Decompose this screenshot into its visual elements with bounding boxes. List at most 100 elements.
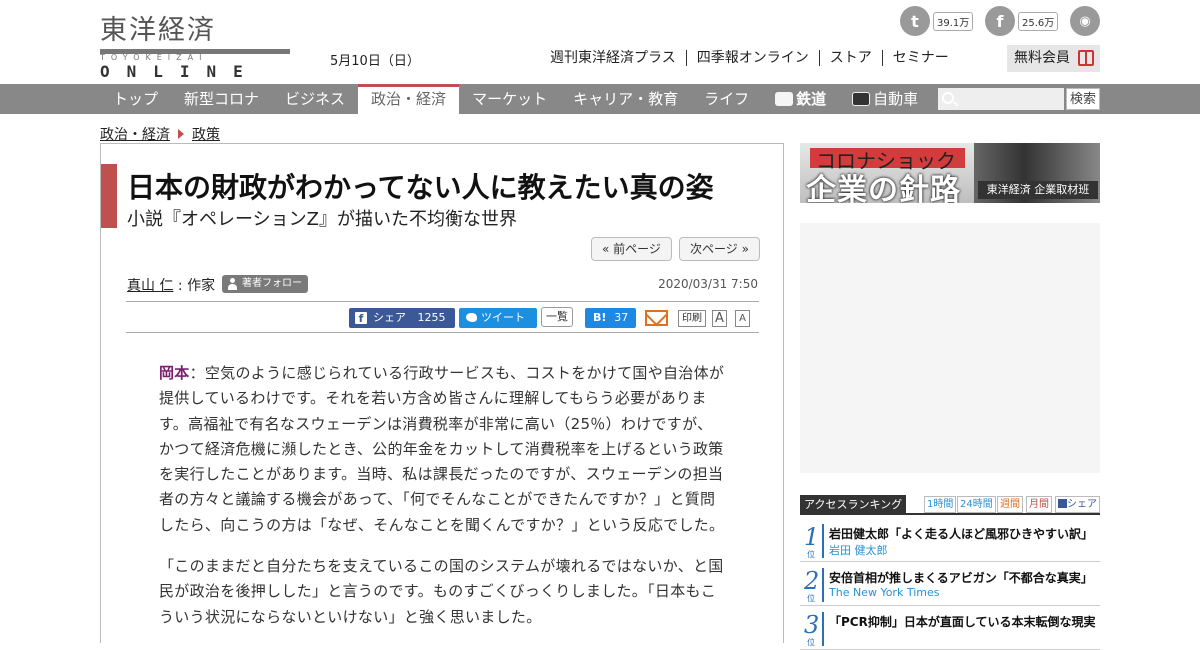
ranking-title: アクセスランキング bbox=[800, 495, 907, 515]
author-line: 真山 仁 : 作家 bbox=[127, 278, 216, 294]
share-label: シェア bbox=[373, 311, 406, 324]
ranking-tab-share[interactable]: シェア bbox=[1055, 496, 1100, 513]
mail-icon[interactable] bbox=[645, 310, 668, 326]
link-shikiho[interactable]: 四季報オンライン bbox=[685, 50, 819, 66]
share-count: 1255 bbox=[417, 311, 446, 324]
article-body: 岡本：空気のように感じられている行政サービスも、コストをかけて国や自治体が提供し… bbox=[159, 361, 725, 646]
site-header: 東洋経済 TOYOKEIZAI ONLINE 5月10日（日） 週刊東洋経済プラ… bbox=[0, 0, 1200, 84]
link-weekly-plus[interactable]: 週刊東洋経済プラス bbox=[550, 50, 686, 66]
current-date: 5月10日（日） bbox=[330, 54, 420, 69]
author-name[interactable]: 真山 仁 bbox=[127, 278, 173, 294]
font-large-button[interactable]: A bbox=[712, 310, 727, 327]
rank-number: 1 bbox=[804, 523, 820, 551]
publish-date: 2020/03/31 7:50 bbox=[658, 277, 758, 291]
ranking-tab-month[interactable]: 月間 bbox=[1026, 496, 1052, 513]
article-subtitle: 小説『オペレーションZ』が描いた不均衡な世界 bbox=[127, 209, 517, 230]
rank-number: 3 bbox=[804, 611, 820, 639]
ranking-tab-24h[interactable]: 24時間 bbox=[957, 496, 996, 513]
author-role: 作家 bbox=[187, 278, 216, 294]
gift-icon bbox=[1078, 50, 1094, 66]
ranking-header: アクセスランキング 1時間 24時間 週間 月間 シェア bbox=[800, 495, 1100, 515]
facebook-icon[interactable]: f bbox=[985, 6, 1015, 36]
rss-icon[interactable]: ◉ bbox=[1070, 6, 1100, 36]
free-member-button[interactable]: 無料会員 bbox=[1007, 45, 1100, 72]
article: 日本の財政がわかってない人に教えたい真の姿 小説『オペレーションZ』が描いた不均… bbox=[100, 143, 784, 643]
facebook-count: 25.6万 bbox=[1018, 11, 1059, 31]
facebook-icon bbox=[1058, 499, 1067, 508]
logo-kanji: 東洋経済 bbox=[100, 15, 216, 46]
link-seminar[interactable]: セミナー bbox=[881, 50, 959, 66]
rank-number: 2 bbox=[804, 567, 820, 595]
search-icon bbox=[942, 92, 954, 104]
rank-title[interactable]: 「PCR抑制」日本が直面している本末転倒な現実 bbox=[829, 613, 1095, 630]
next-page-button[interactable]: 次ページ » bbox=[679, 237, 760, 261]
person-icon bbox=[228, 278, 237, 290]
nav-car[interactable]: 自動車 bbox=[839, 84, 931, 114]
nav-business[interactable]: ビジネス bbox=[272, 84, 358, 114]
rss-link[interactable]: ◉ bbox=[1070, 6, 1100, 36]
author-follow-button[interactable]: 著者フォロー bbox=[222, 275, 308, 293]
divider bbox=[126, 301, 759, 302]
tweet-label: ツイート bbox=[481, 311, 525, 324]
twitter-icon[interactable]: t bbox=[900, 6, 930, 36]
title-accent-bar bbox=[101, 164, 117, 228]
print-button[interactable]: 印刷 bbox=[678, 310, 706, 327]
rank-suffix: 位 bbox=[807, 638, 815, 647]
site-logo[interactable]: 東洋経済 TOYOKEIZAI ONLINE bbox=[100, 8, 292, 81]
font-small-button[interactable]: A bbox=[735, 310, 750, 327]
paragraph-text: ：空気のように感じられている行政サービスも、コストをかけて国や自治体が提供してい… bbox=[159, 364, 725, 534]
twitter-bird-icon bbox=[466, 313, 477, 322]
prev-page-button[interactable]: « 前ページ bbox=[591, 237, 672, 261]
logo-online: ONLINE bbox=[100, 62, 260, 81]
breadcrumb-arrow-icon bbox=[178, 129, 184, 139]
train-icon bbox=[775, 92, 794, 106]
facebook-icon: f bbox=[355, 312, 367, 325]
ranking-tab-share-label: シェア bbox=[1067, 499, 1097, 510]
banner-corp: 東洋経済 企業取材班 bbox=[978, 181, 1098, 199]
share-list-button[interactable]: 一覧 bbox=[541, 307, 573, 327]
ranking-tab-week[interactable]: 週間 bbox=[997, 496, 1023, 513]
car-icon bbox=[852, 92, 871, 106]
facebook-follow[interactable]: f 25.6万 bbox=[985, 6, 1059, 36]
hatena-count: 37 bbox=[614, 311, 629, 324]
rank-author[interactable]: The New York Times bbox=[829, 586, 939, 599]
paragraph: 岡本：空気のように感じられている行政サービスも、コストをかけて国や自治体が提供し… bbox=[159, 361, 725, 538]
search-button[interactable]: 検索 bbox=[1066, 88, 1100, 110]
link-store[interactable]: ストア bbox=[818, 50, 882, 66]
nav-politics-economy[interactable]: 政治・経済 bbox=[358, 84, 460, 114]
top-links: 週刊東洋経済プラス 四季報オンライン ストア セミナー bbox=[550, 50, 959, 66]
tweet-button[interactable]: ツイート bbox=[459, 308, 537, 328]
facebook-share-button[interactable]: f シェア 1255 bbox=[349, 308, 455, 328]
ranking-tab-1h[interactable]: 1時間 bbox=[924, 496, 957, 513]
paragraph: 「このままだと自分たちを支えているこの国のシステムが壊れるではないか、と国民が政… bbox=[159, 557, 724, 626]
nav-top[interactable]: トップ bbox=[100, 84, 171, 114]
free-member-label: 無料会員 bbox=[1014, 50, 1070, 66]
follow-label: 著者フォロー bbox=[242, 278, 302, 289]
divider bbox=[126, 332, 759, 333]
banner-title: 企業の針路 bbox=[806, 173, 961, 203]
nav-railway[interactable]: 鉄道 bbox=[762, 84, 839, 114]
breadcrumb: 政治・経済 政策 bbox=[100, 124, 220, 144]
twitter-follow[interactable]: t 39.1万 bbox=[900, 6, 974, 36]
nav-market[interactable]: マーケット bbox=[459, 84, 560, 114]
article-title: 日本の財政がわかってない人に教えたい真の姿 bbox=[127, 171, 714, 204]
hatena-bookmark-button[interactable]: B! 37 bbox=[585, 308, 637, 328]
logo-sub: TOYOKEIZAI bbox=[100, 53, 208, 62]
nav-career[interactable]: キャリア・教育 bbox=[560, 84, 691, 114]
corona-shock-banner[interactable]: コロナショック 企業の針路 東洋経済 企業取材班 bbox=[800, 143, 1100, 203]
speaker-name: 岡本 bbox=[159, 364, 190, 382]
rank-author[interactable]: 岩田 健太郎 bbox=[829, 542, 888, 558]
nav-life[interactable]: ライフ bbox=[691, 84, 762, 114]
ranking-item[interactable]: 3 位 「PCR抑制」日本が直面している本末転倒な現実 bbox=[800, 608, 1100, 650]
rank-title[interactable]: 岩田健太郎「よく走る人ほど風邪ひきやすい訳」 bbox=[829, 525, 1093, 542]
hatena-icon: B! bbox=[593, 311, 607, 324]
breadcrumb-politics[interactable]: 政治・経済 bbox=[100, 124, 170, 144]
rank-suffix: 位 bbox=[807, 594, 815, 603]
nav-corona[interactable]: 新型コロナ bbox=[171, 84, 272, 114]
nav-car-label: 自動車 bbox=[873, 90, 919, 108]
breadcrumb-policy[interactable]: 政策 bbox=[192, 124, 220, 144]
rank-suffix: 位 bbox=[807, 550, 815, 559]
ranking-item[interactable]: 1 位 岩田健太郎「よく走る人ほど風邪ひきやすい訳」 岩田 健太郎 bbox=[800, 520, 1100, 562]
ranking-item[interactable]: 2 位 安倍首相が推しまくるアビガン「不都合な真実」 The New York … bbox=[800, 564, 1100, 606]
rank-title[interactable]: 安倍首相が推しまくるアビガン「不都合な真実」 bbox=[829, 569, 1093, 586]
